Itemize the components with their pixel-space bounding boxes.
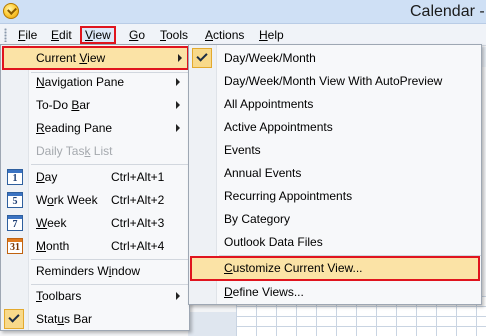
view-menu: Current View Navigation Pane To-Do Bar R… [0, 44, 190, 331]
menu-tools[interactable]: Tools [156, 26, 192, 44]
customize-current-view-item[interactable]: Customize Current View... [190, 256, 480, 281]
view-menu-todo-bar[interactable]: To-Do Bar [1, 94, 189, 116]
shortcut-week: Ctrl+Alt+3 [111, 216, 165, 230]
view-menu-current-view[interactable]: Current View [2, 46, 189, 70]
current-view-submenu: Day/Week/Month Day/Week/Month View With … [188, 44, 482, 305]
view-day-week-month-autopreview[interactable]: Day/Week/Month View With AutoPreview [189, 70, 481, 92]
view-day-week-month[interactable]: Day/Week/Month [189, 47, 481, 69]
view-menu-reminders-window[interactable]: Reminders Window [1, 260, 189, 282]
view-outlook-data-files[interactable]: Outlook Data Files [189, 231, 481, 253]
view-menu-status-bar[interactable]: Status Bar [1, 308, 189, 330]
menu-edit[interactable]: Edit [47, 26, 76, 44]
view-menu-daily-task-list: Daily Task List [36, 144, 113, 158]
view-annual-events[interactable]: Annual Events [189, 162, 481, 184]
calendar-day-icon: 1 [7, 169, 23, 185]
chevron-right-icon [176, 124, 180, 132]
menu-view[interactable]: View [80, 26, 116, 44]
calendar-week-icon: 7 [7, 215, 23, 231]
define-views-item[interactable]: Define Views... [189, 281, 481, 303]
view-menu-day[interactable]: 1 Day Ctrl+Alt+1 [1, 166, 189, 188]
check-icon [4, 309, 24, 329]
shortcut-day: Ctrl+Alt+1 [111, 170, 165, 184]
window-title: Calendar - [410, 3, 485, 20]
chevron-right-icon [176, 292, 180, 300]
menu-go[interactable]: Go [125, 26, 149, 44]
menu-actions[interactable]: Actions [201, 26, 248, 44]
view-menu-month[interactable]: 31 Month Ctrl+Alt+4 [1, 235, 189, 257]
view-events[interactable]: Events [189, 139, 481, 161]
shortcut-month: Ctrl+Alt+4 [111, 239, 165, 253]
check-icon [192, 48, 212, 68]
outlook-app-icon[interactable] [3, 3, 19, 19]
chevron-right-icon [176, 101, 180, 109]
view-recurring-appointments[interactable]: Recurring Appointments [189, 185, 481, 207]
view-by-category[interactable]: By Category [189, 208, 481, 230]
shortcut-work-week: Ctrl+Alt+2 [111, 193, 165, 207]
menu-bar-grip[interactable] [4, 28, 7, 42]
calendar-work-week-icon: 5 [7, 192, 23, 208]
menu-help[interactable]: Help [255, 26, 288, 44]
calendar-month-icon: 31 [7, 238, 23, 254]
view-all-appointments[interactable]: All Appointments [189, 93, 481, 115]
view-active-appointments[interactable]: Active Appointments [189, 116, 481, 138]
view-menu-reading-pane[interactable]: Reading Pane [1, 117, 189, 139]
background-pane [188, 312, 236, 336]
view-menu-navigation-pane[interactable]: Navigation Pane [1, 71, 189, 93]
view-menu-toolbars[interactable]: Toolbars [1, 285, 189, 307]
chevron-right-icon [176, 78, 180, 86]
view-menu-work-week[interactable]: 5 Work Week Ctrl+Alt+2 [1, 189, 189, 211]
menu-separator [31, 164, 189, 165]
menu-file[interactable]: File [14, 26, 41, 44]
chevron-right-icon [178, 54, 182, 62]
title-bar: Calendar - [0, 0, 486, 24]
view-menu-week[interactable]: 7 Week Ctrl+Alt+3 [1, 212, 189, 234]
menu-bar: File Edit View Go Tools Actions Help [0, 24, 486, 46]
